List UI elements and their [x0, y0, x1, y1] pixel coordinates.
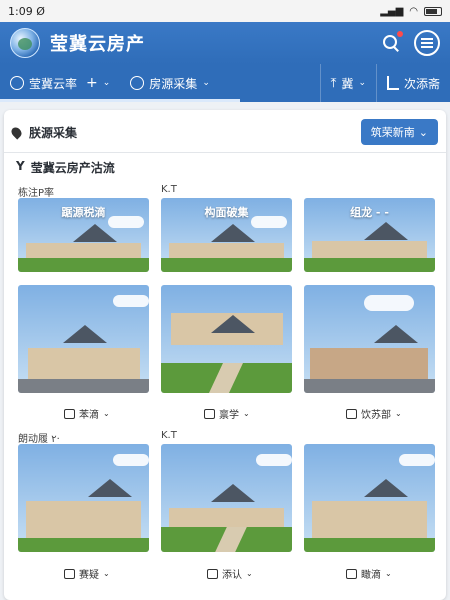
user-icon: [10, 76, 24, 90]
chevron-down-icon[interactable]: ⌄: [103, 78, 111, 88]
tab-upload-label: 冀: [341, 76, 354, 91]
add-icon[interactable]: +: [86, 75, 98, 91]
filter-button[interactable]: 筑荣新南 ⌄: [360, 119, 438, 145]
property-thumbnail[interactable]: 踞源税滴: [18, 198, 149, 272]
status-time: 1:09 Ø: [8, 4, 45, 18]
divider: [4, 152, 446, 153]
property-thumbnail[interactable]: [304, 444, 435, 552]
row-label-mid: K.T: [161, 184, 177, 195]
menu-button[interactable]: [414, 30, 440, 56]
tab-home[interactable]: 莹冀云率 + ⌄: [0, 64, 120, 102]
property-thumbnail[interactable]: 组龙 - -: [304, 198, 435, 272]
section-title: 朕源采集: [29, 125, 78, 140]
property-thumbnail[interactable]: [18, 444, 149, 552]
chevron-down-icon[interactable]: ⌄: [358, 78, 366, 88]
tab-share[interactable]: 次添斋: [375, 64, 450, 102]
thumbnail-caption: 踞源税滴: [61, 206, 106, 219]
chevron-down-icon[interactable]: ⌄: [202, 78, 210, 88]
status-bar: 1:09 Ø ▂▄▆ ◠: [0, 0, 450, 22]
thumbs-up-icon: [346, 408, 357, 419]
gear-icon: [130, 76, 145, 90]
thumbnail-caption: 构面破集: [204, 206, 249, 219]
message-button[interactable]: 禀学 ⌄: [204, 406, 250, 421]
row-label-left: 朗动履 ٢·: [18, 434, 60, 445]
property-thumbnail[interactable]: 构面破集: [161, 198, 292, 272]
chat-icon: [204, 408, 215, 419]
property-thumbnail[interactable]: [161, 444, 292, 552]
signal-icon: ▂▄▆: [380, 5, 404, 17]
subheading-prefix: Y: [16, 159, 25, 173]
tab-share-label: 次添斋: [403, 76, 440, 91]
wifi-icon: ◠: [409, 5, 418, 17]
search-icon[interactable]: [382, 31, 403, 52]
tab-collection[interactable]: 房源采集 ⌄: [120, 64, 220, 102]
content-card: 朕源采集 筑荣新南 ⌄ Y 莹冀云房产沽流 栋注P率 K.T 踞源税滴 构面破集…: [4, 110, 446, 600]
tab-home-label: 莹冀云率: [29, 76, 78, 91]
tab-bar: 莹冀云率 + ⌄ 房源采集 ⌄ ⤒ 冀 ⌄ 次添斋: [0, 64, 450, 102]
notification-dot: [397, 31, 403, 37]
chevron-down-icon: ⌄: [418, 125, 428, 139]
subheading-title: 莹冀云房产沽流: [30, 161, 115, 175]
like-button[interactable]: 添认 ⌄: [207, 566, 253, 581]
thumbs-up-icon: [207, 568, 218, 579]
location-pin-icon: [9, 124, 24, 140]
like-button[interactable]: 饮苏部 ⌄: [346, 406, 402, 421]
row-label-left: 栋注P率: [18, 188, 55, 199]
property-thumbnail[interactable]: [161, 285, 292, 393]
section-header: 朕源采集 筑荣新南 ⌄: [9, 119, 438, 145]
filter-label: 筑荣新南: [370, 126, 415, 139]
tab-collection-label: 房源采集: [149, 76, 198, 91]
share-icon: [346, 568, 357, 579]
tab-upload[interactable]: ⤒ 冀 ⌄: [319, 64, 376, 102]
battery-icon: [424, 6, 442, 16]
app-logo: [10, 28, 40, 58]
thumbs-up-icon: [64, 568, 75, 579]
app-title: 莹冀云房产: [50, 34, 145, 55]
thumbs-up-icon: [64, 408, 75, 419]
upload-icon: ⤒: [330, 75, 337, 91]
share-icon: [386, 76, 399, 90]
like-button[interactable]: 赛疑 ⌄: [64, 566, 110, 581]
app-header: 莹冀云房产: [0, 22, 450, 64]
thumbnail-caption: 组龙 - -: [350, 206, 389, 219]
like-button[interactable]: 苯滴 ⌄: [64, 406, 110, 421]
share-button[interactable]: 瞰滴 ⌄: [346, 566, 392, 581]
row-label-mid: K.T: [161, 430, 177, 441]
property-thumbnail[interactable]: [304, 285, 435, 393]
property-thumbnail[interactable]: [18, 285, 149, 393]
subheading: Y 莹冀云房产沽流: [16, 159, 115, 176]
tab-underline: [0, 99, 240, 102]
status-icons: ▂▄▆ ◠: [380, 6, 442, 17]
